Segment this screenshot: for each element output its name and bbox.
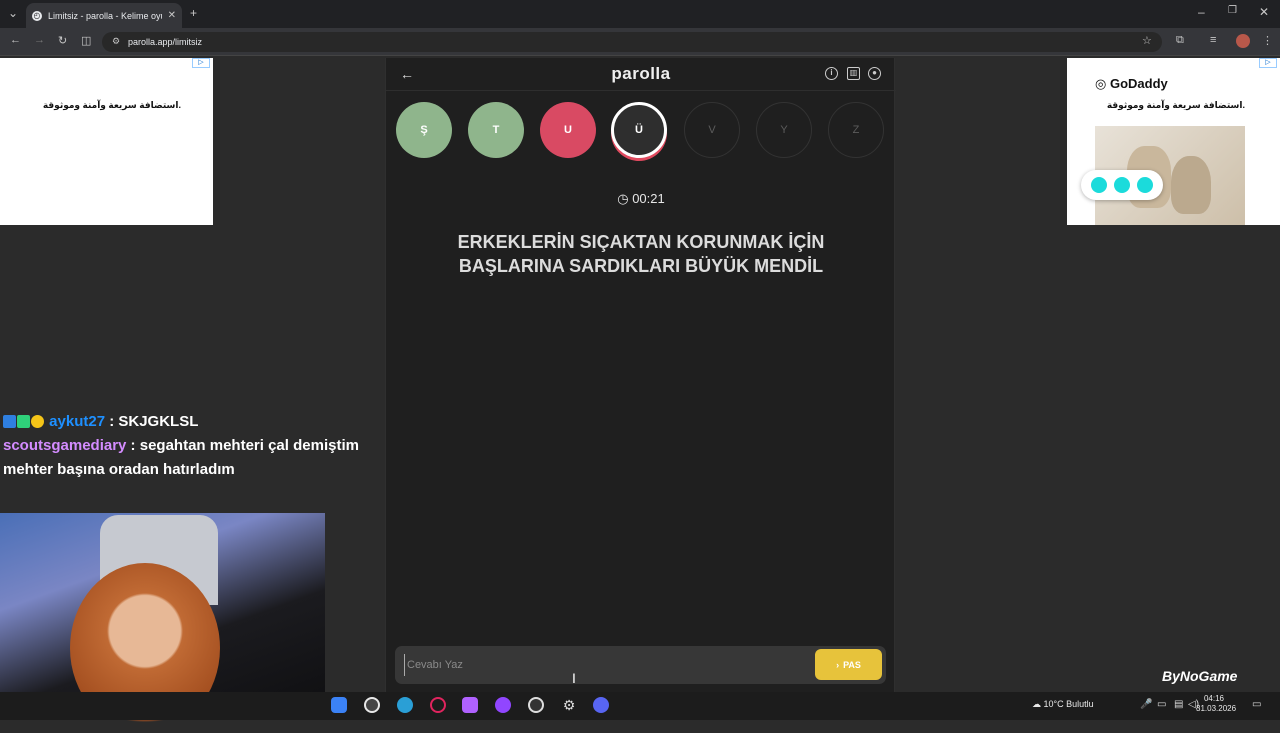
ad-icon-strip xyxy=(1081,170,1163,200)
stats-icon[interactable]: ▥ xyxy=(847,67,860,80)
github-icon[interactable] xyxy=(528,697,544,713)
text-cursor-icon: I xyxy=(572,670,576,686)
right-ad-banner[interactable]: ▷ ◎ GoDaddy استضافة سريعة وآمنة وموثوقة. xyxy=(1067,58,1280,225)
badge-icon xyxy=(31,415,44,428)
browser-tab[interactable]: ◴ Limitsiz - parolla - Kelime oyunu ✕ xyxy=(26,3,182,28)
left-ad-banner[interactable]: ▷ استضافة سريعة وآمنة وموثوقة. xyxy=(0,58,213,225)
answer-input[interactable] xyxy=(404,654,804,676)
letter-y: Y xyxy=(756,102,812,158)
chevron-right-icon: › xyxy=(836,659,840,670)
ad-choices-icon[interactable]: ▷ xyxy=(192,58,210,68)
site-info-icon[interactable]: ⚙ xyxy=(112,36,120,47)
profile-icon[interactable]: ● xyxy=(868,67,881,80)
letter-u: U xyxy=(540,102,596,158)
network-icon[interactable]: ▤ xyxy=(1174,699,1183,710)
chat-text: : SKJGKLSL xyxy=(105,413,199,430)
pass-button[interactable]: › PAS xyxy=(815,649,882,680)
taskbar-app-icon[interactable] xyxy=(331,697,347,713)
stream-watermark: ByNoGame xyxy=(1162,668,1238,684)
settings-icon[interactable]: ⚙ xyxy=(561,697,577,713)
mic-icon[interactable]: 🎤 xyxy=(1140,699,1152,710)
opera-icon[interactable] xyxy=(430,697,446,713)
close-tab-icon[interactable]: ✕ xyxy=(168,10,176,21)
split-view-icon[interactable]: ◫ xyxy=(81,34,91,47)
letter-v: V xyxy=(684,102,740,158)
chat-username: aykut27 xyxy=(49,413,106,430)
menu-icon[interactable]: ⋮ xyxy=(1262,34,1273,47)
chrome-icon[interactable] xyxy=(364,697,380,713)
pass-label: PAS xyxy=(843,659,861,670)
back-icon[interactable]: ← xyxy=(10,34,21,46)
chat-message: scoutsgamediary : segahtan mehteri çal d… xyxy=(0,434,385,482)
timer-value: 00:21 xyxy=(632,191,665,206)
media-control-icon[interactable]: ≡ xyxy=(1210,34,1216,46)
letter-z: Z xyxy=(828,102,884,158)
discord-icon[interactable] xyxy=(593,697,609,713)
letter-ü: Ü xyxy=(611,102,667,158)
new-tab-icon[interactable]: + xyxy=(190,6,197,20)
edge-icon[interactable] xyxy=(397,697,413,713)
brand-title: parolla xyxy=(611,64,671,83)
cloud-icon: ☁ xyxy=(1032,699,1041,709)
left-ad-text: استضافة سريعة وآمنة وموثوقة. xyxy=(42,100,181,110)
figma-icon[interactable] xyxy=(462,697,478,713)
game-panel: ← parolla i ▥ ● ŞTUÜVYZ ◷ 00:21 ERKEKLER… xyxy=(385,58,896,692)
tray-icon[interactable]: ▭ xyxy=(1157,699,1166,710)
weather-text: 10°C Bulutlu xyxy=(1043,699,1094,709)
clock[interactable]: 04:16 31.03.2026 xyxy=(1196,694,1237,714)
clock-icon: ◷ xyxy=(617,191,629,206)
letter-ş: Ş xyxy=(396,102,452,158)
forward-icon[interactable]: → xyxy=(34,34,45,46)
webcam-overlay xyxy=(0,513,325,733)
minimize-icon[interactable]: – xyxy=(1198,5,1205,19)
bookmark-star-icon[interactable]: ☆ xyxy=(1142,34,1152,47)
godaddy-logo: ◎ GoDaddy xyxy=(1095,76,1168,91)
profile-avatar[interactable] xyxy=(1236,34,1250,48)
timer: ◷ 00:21 xyxy=(386,191,896,207)
reload-icon[interactable]: ↻ xyxy=(58,34,67,47)
chat-message: aykut27 : SKJGKLSL xyxy=(0,410,385,434)
stream-chat: aykut27 : SKJGKLSL scoutsgamediary : seg… xyxy=(0,410,385,482)
clue-text: ERKEKLERİN SIÇAKTAN KORUNMAK İÇİN BAŞLAR… xyxy=(457,232,825,276)
extensions-icon[interactable]: ⧉ xyxy=(1176,34,1184,47)
clock-date: 31.03.2026 xyxy=(1196,704,1237,713)
url-field[interactable]: parolla.app/limitsiz xyxy=(102,32,1162,52)
vase-image xyxy=(1171,156,1211,214)
ad-choices-icon[interactable]: ▷ xyxy=(1259,58,1277,68)
letter-t: T xyxy=(468,102,524,158)
notification-icon[interactable]: ▭ xyxy=(1252,699,1261,710)
badge-icon xyxy=(3,415,16,428)
chat-username: scoutsgamediary xyxy=(3,437,127,454)
tab-search-icon[interactable]: ⌄ xyxy=(8,6,18,20)
badge-icon xyxy=(17,415,30,428)
obs-icon[interactable] xyxy=(495,697,511,713)
answer-bar: › PAS xyxy=(395,646,886,684)
site-favicon-icon: ◴ xyxy=(32,10,42,21)
weather[interactable]: ☁ 10°C Bulutlu xyxy=(1032,699,1094,710)
right-ad-text: استضافة سريعة وآمنة وموثوقة. xyxy=(1106,100,1245,110)
url-text: parolla.app/limitsiz xyxy=(128,37,203,47)
tab-title: Limitsiz - parolla - Kelime oyunu xyxy=(48,10,162,21)
clock-time: 04:16 xyxy=(1203,694,1225,703)
info-icon[interactable]: i xyxy=(825,67,838,80)
close-window-icon[interactable]: ✕ xyxy=(1259,5,1269,19)
maximize-icon[interactable]: ❐ xyxy=(1228,5,1237,16)
